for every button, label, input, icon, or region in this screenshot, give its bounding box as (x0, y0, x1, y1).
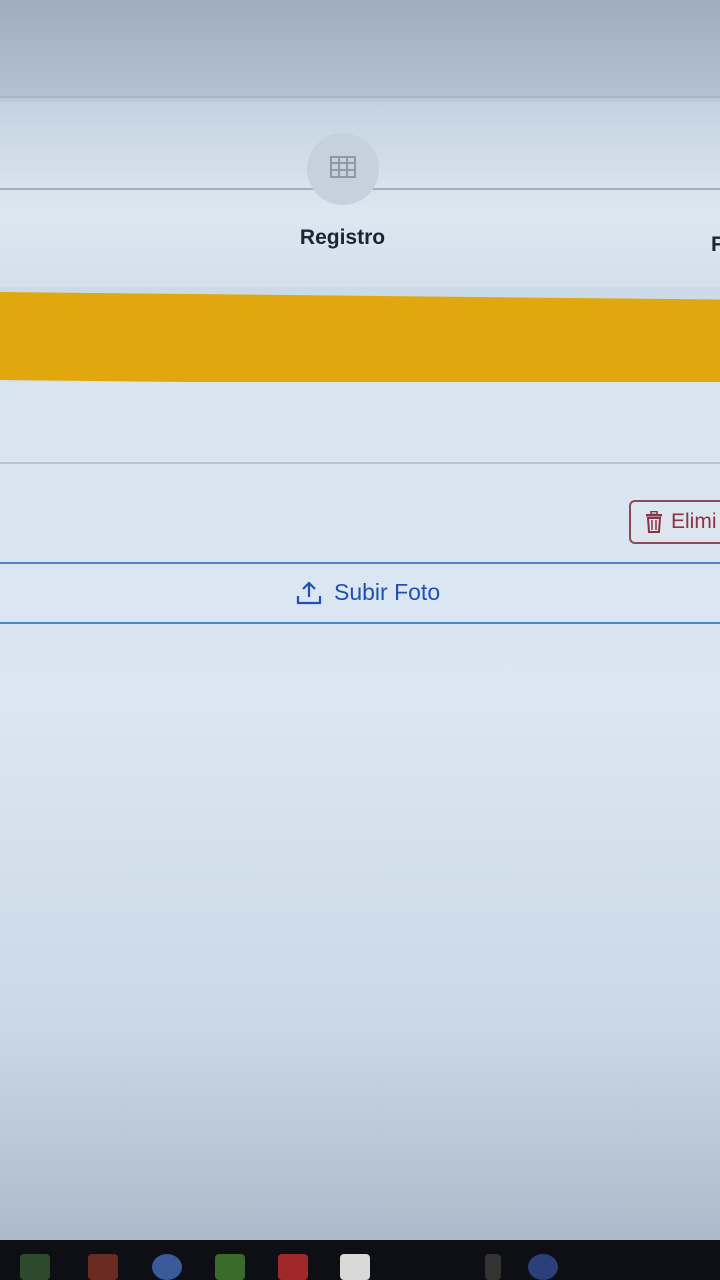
tab-registro[interactable]: Registro (270, 226, 415, 250)
table-icon (330, 155, 356, 183)
tab-registro-icon-button[interactable] (307, 133, 379, 205)
remote-icon[interactable] (278, 1254, 308, 1280)
upload-photo-button[interactable]: Subir Foto (296, 579, 440, 606)
divider (0, 462, 720, 464)
globe-icon[interactable] (528, 1254, 558, 1280)
screen: Registro F Elimi Subir Foto (0, 0, 720, 1280)
w-icon[interactable] (340, 1254, 370, 1280)
chrome-icon[interactable] (152, 1254, 182, 1280)
delete-label: Elimi (671, 510, 717, 533)
trash-icon (645, 511, 663, 533)
upload-icon (296, 580, 322, 605)
tab-next-partial[interactable]: F (711, 233, 720, 257)
app-icon[interactable] (88, 1254, 118, 1280)
chevron-up-icon[interactable] (485, 1254, 501, 1280)
upload-label: Subir Foto (334, 579, 441, 605)
top-band (0, 0, 720, 96)
note-icon[interactable] (215, 1254, 245, 1280)
terminal-icon[interactable] (20, 1254, 50, 1280)
accent-bar (0, 292, 720, 388)
divider (0, 96, 720, 98)
delete-button[interactable]: Elimi (629, 500, 720, 544)
